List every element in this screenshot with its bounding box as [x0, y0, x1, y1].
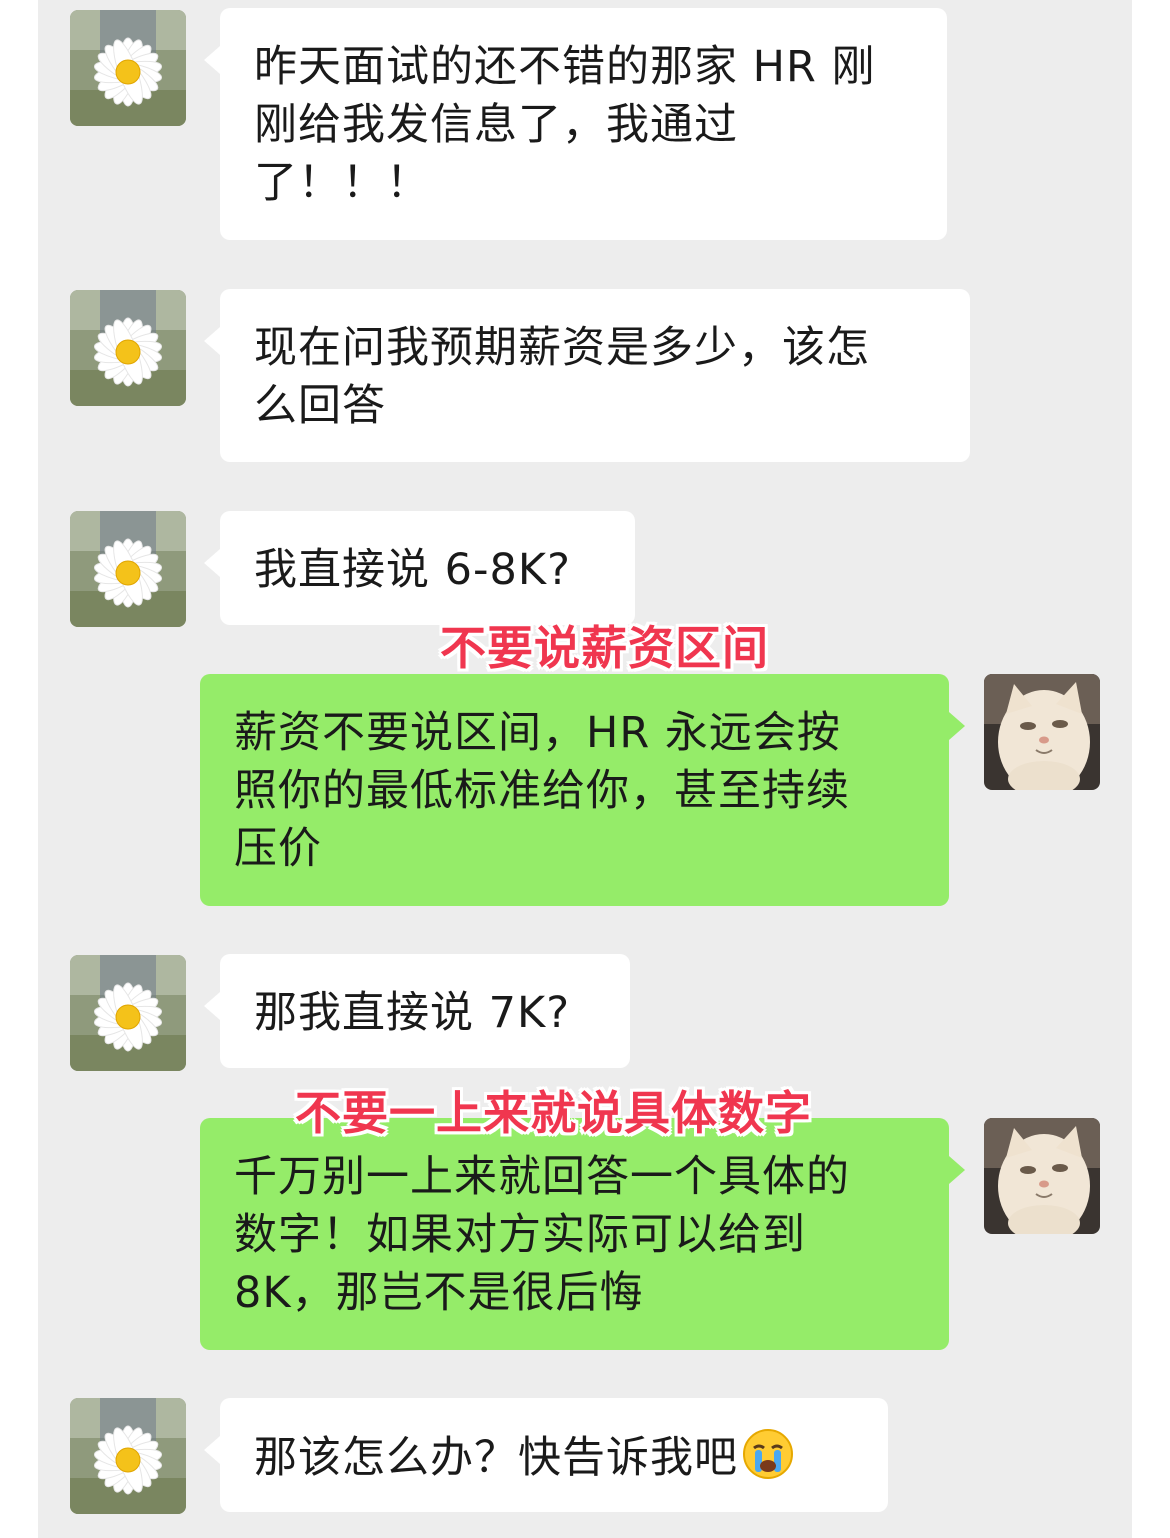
friend-avatar[interactable]	[70, 10, 186, 126]
message-line: 现在问我预期薪资是多少，该怎	[254, 323, 870, 373]
message-line: 照你的最低标准给你，甚至持续	[234, 766, 850, 816]
friend-avatar[interactable]	[70, 955, 186, 1071]
message-bubble-incoming[interactable]: 现在问我预期薪资是多少，该怎 么回答	[204, 289, 970, 462]
loudly-crying-face-icon	[743, 1429, 793, 1479]
message-line: 昨天面试的还不错的那家 HR 刚	[254, 42, 876, 92]
daisy-avatar-icon	[70, 511, 186, 627]
cat-avatar-icon	[984, 1118, 1100, 1234]
message-bubble-incoming[interactable]: 我直接说 6-8K?	[204, 511, 635, 625]
message-line: 么回答	[254, 381, 386, 431]
message-line: 了！！！	[254, 158, 430, 208]
message-text: 那该怎么办？快告诉我吧	[254, 1433, 738, 1483]
message-bubble-incoming[interactable]: 那我直接说 7K?	[204, 954, 630, 1068]
my-avatar[interactable]	[984, 674, 1100, 790]
message-line: 压价	[234, 824, 322, 874]
annotation-note: 不要一上来就说具体数字	[295, 1086, 812, 1140]
message-bubble-incoming[interactable]: 昨天面试的还不错的那家 HR 刚 刚给我发信息了，我通过 了！！！	[204, 8, 947, 240]
friend-avatar[interactable]	[70, 511, 186, 627]
friend-avatar[interactable]	[70, 290, 186, 406]
message-line: 8K，那岂不是很后悔	[234, 1268, 644, 1318]
friend-avatar[interactable]	[70, 1398, 186, 1514]
daisy-avatar-icon	[70, 10, 186, 126]
message-line: 那该怎么办？快告诉我吧	[254, 1428, 854, 1487]
message-line: 我直接说 6-8K?	[254, 545, 571, 595]
daisy-avatar-icon	[70, 290, 186, 406]
message-bubble-outgoing[interactable]: 千万别一上来就回答一个具体的 数字！如果对方实际可以给到 8K，那岂不是很后悔	[200, 1118, 965, 1350]
cat-avatar-icon	[984, 674, 1100, 790]
message-line: 千万别一上来就回答一个具体的	[234, 1152, 850, 1202]
message-line: 数字！如果对方实际可以给到	[234, 1210, 806, 1260]
daisy-avatar-icon	[70, 955, 186, 1071]
message-line: 刚给我发信息了，我通过	[254, 100, 738, 150]
annotation-note: 不要说薪资区间	[440, 621, 769, 675]
message-bubble-outgoing[interactable]: 薪资不要说区间，HR 永远会按 照你的最低标准给你，甚至持续 压价	[200, 674, 965, 906]
message-bubble-incoming[interactable]: 那该怎么办？快告诉我吧	[204, 1398, 888, 1512]
message-line: 薪资不要说区间，HR 永远会按	[234, 708, 841, 758]
message-line: 那我直接说 7K?	[254, 988, 571, 1038]
daisy-avatar-icon	[70, 1398, 186, 1514]
my-avatar[interactable]	[984, 1118, 1100, 1234]
